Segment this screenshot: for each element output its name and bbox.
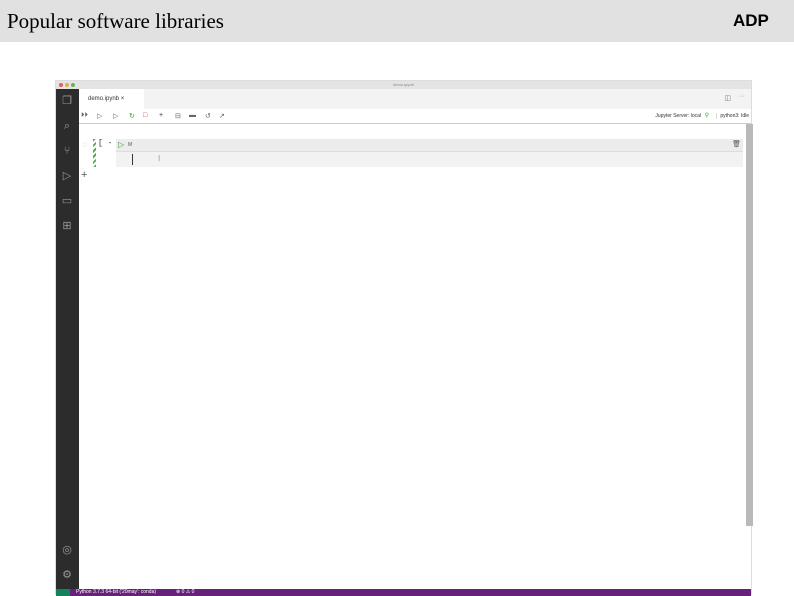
cell-status-bar bbox=[93, 139, 96, 167]
notebook-toolbar: ⏵⏵ ▷ ▷ ↻ □ + ⊟ ▬ ↺ ↗ Jupyter Server: loc… bbox=[79, 109, 751, 124]
add-cell-below-icon[interactable]: + bbox=[81, 169, 87, 181]
ibeam-cursor-icon: I bbox=[158, 154, 161, 163]
restart-kernel-icon[interactable]: ↻ bbox=[129, 112, 135, 120]
slide-title: Popular software libraries bbox=[7, 9, 224, 33]
search-icon[interactable]: ⌕ bbox=[61, 120, 73, 132]
minimize-window-button[interactable] bbox=[65, 83, 69, 87]
adp-logo: ADP bbox=[733, 11, 769, 30]
vscode-window: demo.ipynb ❐ ⌕ ⑂ ▷ ▭ ⊞ ◎ ⚙ demo.ipynb × … bbox=[55, 80, 753, 596]
export-icon[interactable]: ↗ bbox=[219, 112, 225, 120]
jupyter-server-status[interactable]: Jupyter Server: local bbox=[655, 113, 701, 119]
debug-icon[interactable]: ▷ bbox=[61, 170, 73, 182]
settings-gear-icon[interactable]: ⚙ bbox=[61, 569, 73, 581]
maximize-window-button[interactable] bbox=[71, 83, 75, 87]
remote-explorer-icon[interactable]: ▭ bbox=[61, 195, 73, 207]
window-titlebar: demo.ipynb bbox=[56, 81, 751, 89]
tab-label: demo.ipynb bbox=[88, 96, 120, 102]
code-cell[interactable]: ▷ M 🗑 I bbox=[116, 139, 743, 167]
connected-icon: ⚲ bbox=[704, 113, 709, 119]
slide-header: Popular software libraries ADP bbox=[0, 0, 794, 42]
kernel-status[interactable]: python3: Idle bbox=[716, 113, 749, 119]
run-above-icon[interactable]: ▷ bbox=[97, 112, 102, 120]
tab-bar: demo.ipynb × ◫ ··· bbox=[79, 89, 751, 109]
cell-spinner-icon: ◌ bbox=[82, 139, 88, 149]
interrupt-kernel-icon[interactable]: □ bbox=[143, 112, 147, 119]
clear-outputs-icon[interactable]: ⊟ bbox=[175, 112, 181, 120]
delete-cell-icon[interactable]: 🗑 bbox=[732, 140, 741, 148]
cell-editor[interactable]: I bbox=[116, 152, 743, 167]
split-editor-icon[interactable]: ◫ bbox=[724, 94, 731, 102]
text-cursor bbox=[132, 154, 133, 165]
cell-language[interactable]: M bbox=[128, 142, 132, 148]
variables-icon[interactable]: ▬ bbox=[189, 112, 196, 119]
close-window-button[interactable] bbox=[59, 83, 63, 87]
run-below-icon[interactable]: ▷ bbox=[113, 112, 118, 120]
activity-bar: ❐ ⌕ ⑂ ▷ ▭ ⊞ ◎ ⚙ bbox=[56, 89, 79, 589]
vertical-scrollbar[interactable] bbox=[746, 124, 753, 526]
explorer-icon[interactable]: ❐ bbox=[61, 95, 73, 107]
window-title: demo.ipynb bbox=[393, 82, 414, 87]
account-icon[interactable]: ◎ bbox=[61, 544, 73, 556]
tab-demo-ipynb[interactable]: demo.ipynb × bbox=[79, 89, 144, 109]
source-control-icon[interactable]: ⑂ bbox=[61, 145, 73, 157]
undo-icon[interactable]: ↺ bbox=[205, 112, 211, 120]
run-all-icon[interactable]: ⏵⏵ bbox=[81, 112, 88, 120]
more-actions-icon[interactable]: ··· bbox=[738, 93, 745, 100]
cell-toolbar: ▷ M 🗑 bbox=[116, 139, 743, 152]
extensions-icon[interactable]: ⊞ bbox=[61, 220, 73, 232]
run-cell-icon[interactable]: ▷ bbox=[118, 140, 124, 149]
add-cell-icon[interactable]: + bbox=[159, 112, 163, 119]
tab-close-icon[interactable]: × bbox=[121, 96, 125, 102]
